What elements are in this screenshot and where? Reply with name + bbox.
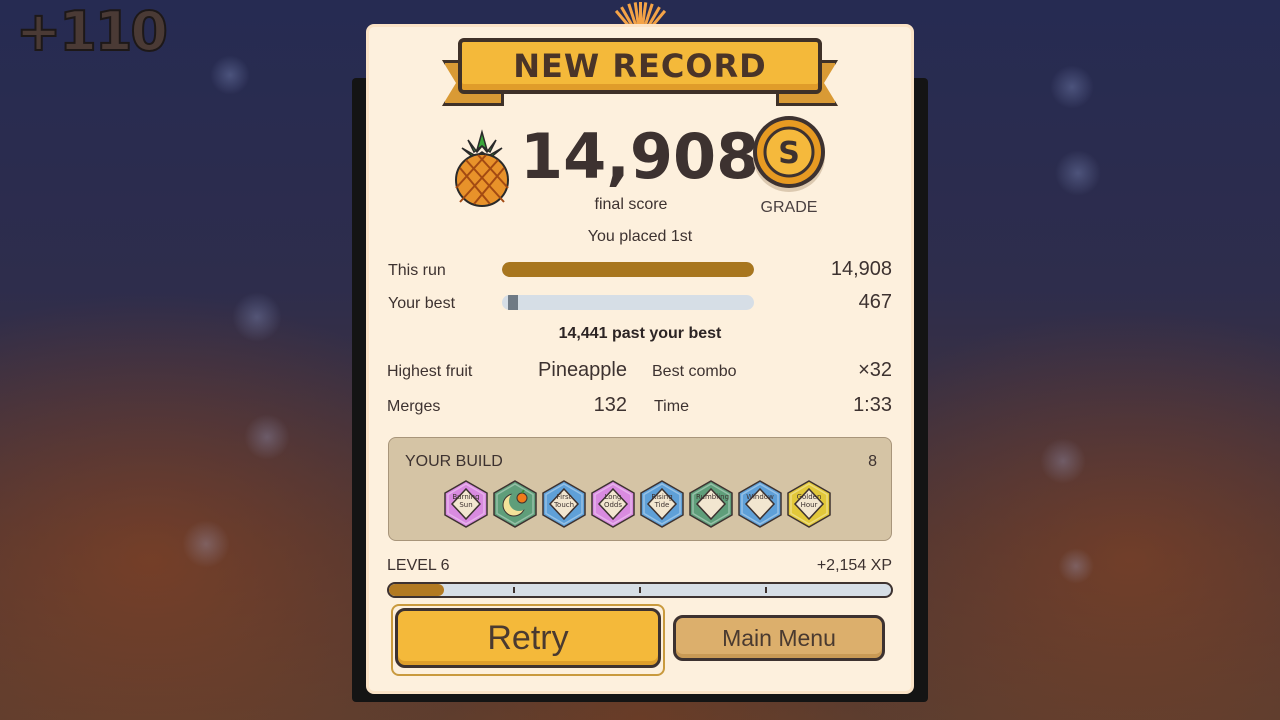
xp-tick [765, 587, 767, 593]
this-run-bar [502, 262, 754, 277]
your-best-value: 467 [858, 291, 892, 313]
build-upgrade-item[interactable]: Golden Hour [786, 480, 832, 528]
bokeh-light [210, 55, 250, 95]
xp-gained: +2,154 XP [816, 557, 892, 574]
bokeh-light [1058, 548, 1094, 584]
bokeh-light [182, 520, 230, 568]
time-value: 1:33 [853, 394, 892, 416]
build-upgrade-item[interactable] [492, 480, 538, 528]
xp-tick [639, 587, 641, 593]
combo-popup: +110 [15, 0, 169, 63]
this-run-label: This run [388, 262, 446, 279]
grade-letter: S [778, 136, 800, 171]
this-run-value: 14,908 [830, 258, 892, 280]
build-upgrade-label: Golden Hour [796, 493, 822, 509]
build-upgrade-label: First Touch [553, 493, 575, 509]
build-panel: YOUR BUILD 8 Burning Sun First Touch Long … [388, 437, 892, 541]
bokeh-light [244, 414, 290, 460]
best-combo-label: Best combo [652, 363, 737, 380]
your-best-bar [502, 295, 754, 310]
new-record-banner: NEW RECORD [458, 38, 822, 94]
highest-fruit-value: Pineapple [538, 359, 627, 381]
build-upgrade-item[interactable]: Burning Sun [443, 480, 489, 528]
xp-tick [513, 587, 515, 593]
build-upgrade-label: Rising Tide [651, 493, 673, 509]
your-best-marker [507, 295, 518, 310]
bokeh-light [1055, 150, 1101, 196]
build-upgrades: Burning Sun First Touch Long Odds Rising Ti… [443, 480, 832, 528]
xp-progress-fill [389, 584, 445, 596]
build-count: 8 [868, 453, 877, 470]
your-best-label: Your best [388, 295, 456, 312]
delta-text: 14,441 past your best [558, 325, 722, 342]
final-score: 14,908 [520, 120, 760, 193]
best-combo-value: ×32 [858, 359, 892, 381]
build-title: YOUR BUILD [405, 453, 503, 470]
level-label: LEVEL 6 [387, 557, 450, 574]
this-run-bar-fill [502, 262, 754, 277]
build-upgrade-item[interactable]: Rising Tide [639, 480, 685, 528]
build-upgrade-item[interactable]: Rumbling [688, 480, 734, 528]
bokeh-light [232, 292, 282, 342]
grade-label: GRADE [760, 199, 818, 216]
merges-label: Merges [387, 398, 441, 415]
bokeh-light [1050, 65, 1094, 109]
pineapple-icon [455, 129, 509, 207]
placement-text: You placed 1st [587, 228, 693, 245]
bokeh-light [1040, 438, 1086, 484]
highest-fruit-label: Highest fruit [387, 363, 473, 380]
grade-badge: S [753, 116, 825, 192]
merges-value: 132 [593, 394, 627, 416]
build-upgrade-item[interactable]: First Touch [541, 480, 587, 528]
diamond-icon [738, 480, 782, 528]
build-upgrade-label: Window [746, 493, 774, 501]
build-upgrade-label: Burning Sun [452, 493, 480, 509]
xp-progress-bar [387, 582, 893, 598]
diamond-icon [689, 480, 733, 528]
time-label: Time [654, 398, 689, 415]
moon-orange-icon [493, 480, 537, 528]
build-upgrade-label: Long Odds [603, 493, 623, 509]
build-upgrade-item[interactable]: Long Odds [590, 480, 636, 528]
main-menu-button[interactable]: Main Menu [673, 615, 885, 661]
build-upgrade-label: Rumbling [696, 493, 730, 501]
final-score-label: final score [594, 196, 668, 213]
retry-button[interactable]: Retry [395, 608, 661, 668]
banner-title: NEW RECORD [513, 47, 767, 85]
build-upgrade-item[interactable]: Window [737, 480, 783, 528]
